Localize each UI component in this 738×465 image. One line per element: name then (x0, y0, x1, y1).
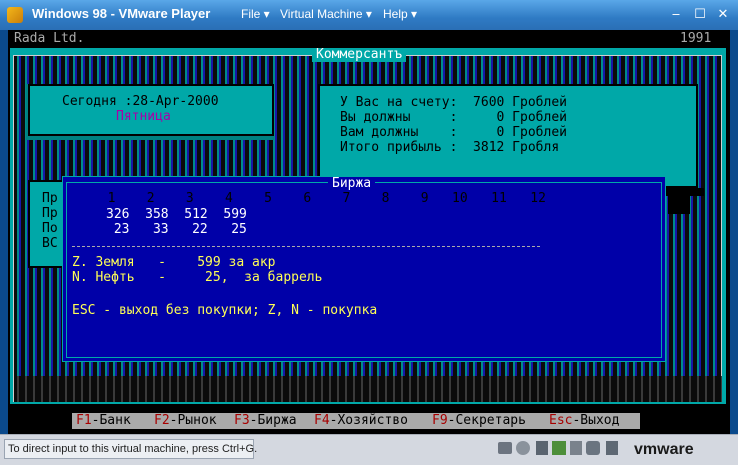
network-icon[interactable] (552, 441, 566, 455)
minimize-icon: ‒ (671, 7, 681, 22)
year-label: 1991 (680, 31, 712, 46)
weekday: Пятница (116, 109, 171, 124)
quantity-row: 23 33 22 25 (106, 222, 247, 237)
fkey-household[interactable]: F4-Хозяйство (314, 414, 408, 428)
fkey-bank[interactable]: F1-Банк (76, 414, 131, 428)
menu-file-label: File (241, 7, 261, 21)
usb-icon[interactable] (570, 441, 582, 455)
fkey-bank-label: -Банк (91, 413, 131, 428)
dialog-shadow-right (668, 190, 690, 214)
fkey-exit[interactable]: Esc-Выход (549, 414, 619, 428)
vmware-logo: vmware (634, 441, 694, 458)
close-button[interactable]: ✕ (713, 6, 733, 24)
window-title: Windows 98 - VMware Player (32, 6, 211, 21)
company-name: Rada Ltd. (14, 31, 85, 46)
exchange-title: Биржа (328, 177, 376, 191)
printer-icon[interactable] (606, 441, 618, 455)
window-titlebar[interactable]: Windows 98 - VMware Player File ▾ Virtua… (0, 0, 738, 30)
dos-header-bar (8, 30, 730, 44)
fkey-market-label: -Рынок (169, 413, 217, 428)
fkey-exchange-key: F3 (234, 413, 250, 428)
stub-line-4: ВС (42, 236, 58, 251)
fkey-exit-key: Esc (549, 413, 573, 428)
input-hint: To direct input to this virtual machine,… (8, 443, 258, 455)
hard-disk-icon[interactable] (498, 442, 512, 454)
dialog-separator (72, 246, 540, 247)
cd-drive-icon[interactable] (516, 441, 530, 455)
fkey-market[interactable]: F2-Рынок (154, 414, 217, 428)
bottom-strip (14, 376, 722, 402)
app-title: Коммерсантъ (312, 48, 407, 62)
fkey-secretary-label: -Секретарь (447, 413, 526, 428)
fkey-exchange-label: -Биржа (249, 413, 297, 428)
item-oil[interactable]: N. Нефть - 25, за баррель (72, 271, 322, 285)
vmware-app-icon (7, 7, 23, 23)
fkey-secretary-key: F9 (432, 413, 448, 428)
fkey-exit-label: -Выход (572, 413, 620, 428)
item-land[interactable]: Z. Земля - 599 за акр (72, 256, 276, 270)
vm-screen[interactable]: Rada Ltd. 1991 Коммерсантъ Сегодня :28-A… (8, 30, 730, 434)
sound-icon[interactable] (586, 441, 600, 455)
menu-help-label: Help (383, 7, 408, 21)
fkey-bank-key: F1 (76, 413, 92, 428)
menu-vm-label: Virtual Machine (280, 7, 363, 21)
stub-line-2: Пр (42, 206, 58, 221)
floppy-icon[interactable] (536, 441, 548, 455)
debt-due: Вам должны : 0 Гроблей (340, 125, 567, 140)
account-balance: У Вас на счету: 7600 Гроблей (340, 95, 567, 110)
menu-help[interactable]: Help ▾ (383, 7, 417, 21)
fkey-household-key: F4 (314, 413, 330, 428)
today-date: Сегодня :28-Apr-2000 (62, 94, 219, 109)
debt-owed: Вы должны : 0 Гроблей (340, 110, 567, 125)
total-profit: Итого прибыль : 3812 Гробля (340, 140, 560, 155)
maximize-icon: ☐ (694, 7, 706, 22)
close-icon: ✕ (717, 7, 729, 22)
menu-file[interactable]: File ▾ (241, 7, 270, 21)
exchange-help: ESC - выход без покупки; Z, N - покупка (72, 303, 378, 318)
month-numbers: 1 2 3 4 5 6 7 8 9 10 11 12 (92, 191, 546, 206)
fkey-secretary[interactable]: F9-Секретарь (432, 414, 526, 428)
stub-line-1: Пр (42, 191, 58, 206)
maximize-button[interactable]: ☐ (690, 6, 710, 24)
fkey-exchange[interactable]: F3-Биржа (234, 414, 297, 428)
vmware-statusbar: To direct input to this virtual machine,… (0, 434, 738, 465)
minimize-button[interactable]: ‒ (666, 6, 686, 24)
menu-virtual-machine[interactable]: Virtual Machine ▾ (280, 7, 372, 21)
price-row: 326 358 512 599 (106, 207, 247, 222)
fkey-household-label: -Хозяйство (329, 413, 408, 428)
fkey-market-key: F2 (154, 413, 170, 428)
stub-line-3: По (42, 221, 58, 236)
